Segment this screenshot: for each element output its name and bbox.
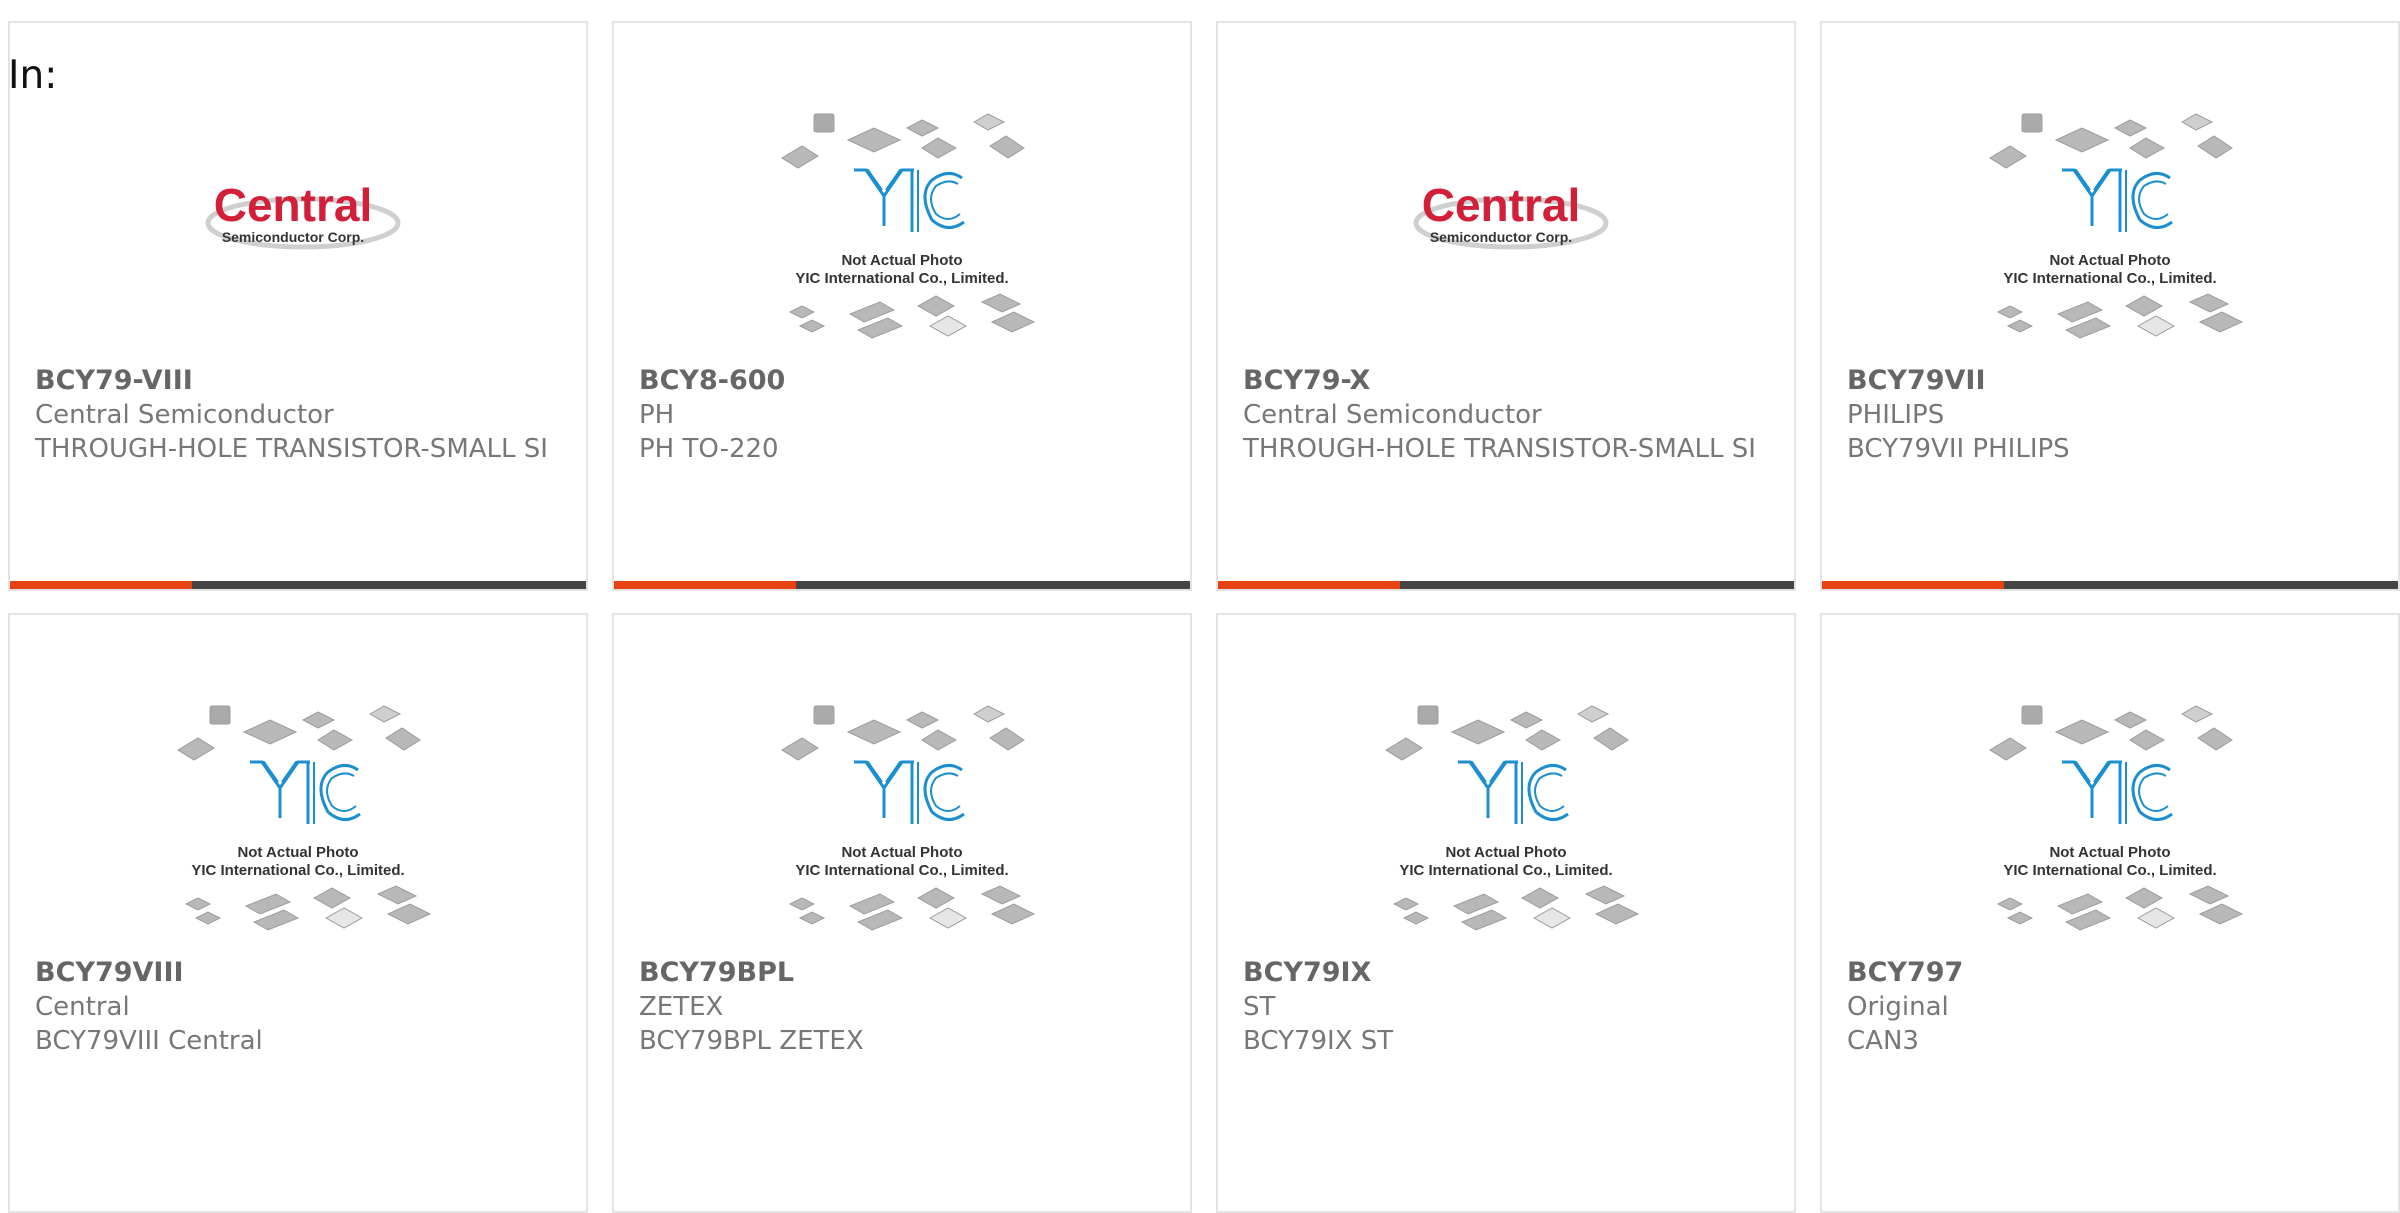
svg-text:Central: Central	[214, 179, 372, 231]
svg-text:Semiconductor Corp.: Semiconductor Corp.	[222, 229, 364, 245]
part-number[interactable]: BCY8-600	[639, 364, 1170, 398]
card-bar	[1822, 581, 2398, 589]
placeholder-image: Not Actual Photo YIC International Co., …	[1385, 705, 1640, 931]
part-number[interactable]: BCY79-VIII	[35, 364, 566, 398]
central-semiconductor-logo: Central Semiconductor Corp.	[1413, 179, 1609, 250]
product-image: Not Actual Photo YIC International Co., …	[1218, 657, 1794, 967]
product-card[interactable]: Not Actual Photo YIC International Co., …	[8, 613, 588, 1213]
svg-text:YIC International Co., Limited: YIC International Co., Limited.	[795, 862, 1008, 879]
part-number[interactable]: BCY797	[1847, 956, 2378, 990]
svg-text:Not Actual Photo: Not Actual Photo	[2049, 252, 2170, 269]
part-number[interactable]: BCY79-X	[1243, 364, 1774, 398]
description: THROUGH-HOLE TRANSISTOR-SMALL SI	[1243, 434, 1756, 464]
manufacturer: Original	[1847, 992, 1949, 1022]
description: BCY79VIII Central	[35, 1026, 263, 1056]
description: BCY79VII PHILIPS	[1847, 434, 2070, 464]
part-number[interactable]: BCY79IX	[1243, 956, 1774, 990]
svg-text:Not Actual Photo: Not Actual Photo	[2049, 844, 2170, 861]
placeholder-image: Not Actual Photo YIC International Co., …	[177, 705, 432, 931]
manufacturer: ST	[1243, 992, 1276, 1022]
product-image: Central Semiconductor Corp.	[1218, 65, 1794, 375]
card-bar	[10, 581, 586, 589]
product-image: Not Actual Photo YIC International Co., …	[614, 657, 1190, 967]
placeholder-image: Not Actual Photo YIC International Co., …	[1989, 113, 2244, 339]
part-number[interactable]: BCY79VIII	[35, 956, 566, 990]
product-card[interactable]: Not Actual Photo YIC International Co., …	[1820, 21, 2400, 591]
svg-text:Central: Central	[1422, 179, 1580, 231]
manufacturer: Central Semiconductor	[35, 400, 334, 430]
product-image: Central Semiconductor Corp.	[10, 65, 586, 375]
manufacturer: ZETEX	[639, 992, 724, 1022]
svg-text:YIC International Co., Limited: YIC International Co., Limited.	[1399, 862, 1612, 879]
manufacturer: PH	[639, 400, 675, 430]
placeholder-image: Not Actual Photo YIC International Co., …	[781, 705, 1036, 931]
central-semiconductor-logo: Central Semiconductor Corp.	[205, 179, 401, 250]
part-number[interactable]: BCY79VII	[1847, 364, 2378, 398]
part-number[interactable]: BCY79BPL	[639, 956, 1170, 990]
card-bar	[1218, 581, 1794, 589]
manufacturer: Central	[35, 992, 130, 1022]
svg-text:Not Actual Photo: Not Actual Photo	[841, 844, 962, 861]
svg-text:YIC International Co., Limited: YIC International Co., Limited.	[191, 862, 404, 879]
product-card[interactable]: Not Actual Photo YIC International Co., …	[1216, 613, 1796, 1213]
product-card[interactable]: Central Semiconductor Corp. BCY79-VIII C…	[8, 21, 588, 591]
product-card[interactable]: Not Actual Photo YIC International Co., …	[1820, 613, 2400, 1213]
filter-label: In:	[8, 53, 58, 98]
svg-text:Not Actual Photo: Not Actual Photo	[237, 844, 358, 861]
svg-text:YIC International Co., Limited: YIC International Co., Limited.	[2003, 270, 2216, 287]
description: PH TO-220	[639, 434, 779, 464]
svg-text:YIC International Co., Limited: YIC International Co., Limited.	[2003, 862, 2216, 879]
product-image: Not Actual Photo YIC International Co., …	[10, 657, 586, 967]
placeholder-image: Not Actual Photo YIC International Co., …	[1989, 705, 2244, 931]
product-image: Not Actual Photo YIC International Co., …	[1822, 65, 2398, 375]
description: CAN3	[1847, 1026, 1919, 1056]
product-grid: Central Semiconductor Corp. BCY79-VIII C…	[8, 21, 2400, 1213]
product-image: Not Actual Photo YIC International Co., …	[614, 65, 1190, 375]
svg-text:Not Actual Photo: Not Actual Photo	[1445, 844, 1566, 861]
card-bar	[614, 581, 1190, 589]
product-card[interactable]: Central Semiconductor Corp. BCY79-X Cent…	[1216, 21, 1796, 591]
manufacturer: PHILIPS	[1847, 400, 1945, 430]
svg-text:YIC International Co., Limited: YIC International Co., Limited.	[795, 270, 1008, 287]
svg-text:Semiconductor Corp.: Semiconductor Corp.	[1430, 229, 1572, 245]
placeholder-image: Not Actual Photo YIC International Co., …	[781, 113, 1036, 339]
product-card[interactable]: Not Actual Photo YIC International Co., …	[612, 21, 1192, 591]
description: THROUGH-HOLE TRANSISTOR-SMALL SI	[35, 434, 548, 464]
product-image: Not Actual Photo YIC International Co., …	[1822, 657, 2398, 967]
product-card[interactable]: Not Actual Photo YIC International Co., …	[612, 613, 1192, 1213]
svg-text:Not Actual Photo: Not Actual Photo	[841, 252, 962, 269]
description: BCY79BPL ZETEX	[639, 1026, 864, 1056]
manufacturer: Central Semiconductor	[1243, 400, 1542, 430]
description: BCY79IX ST	[1243, 1026, 1394, 1056]
